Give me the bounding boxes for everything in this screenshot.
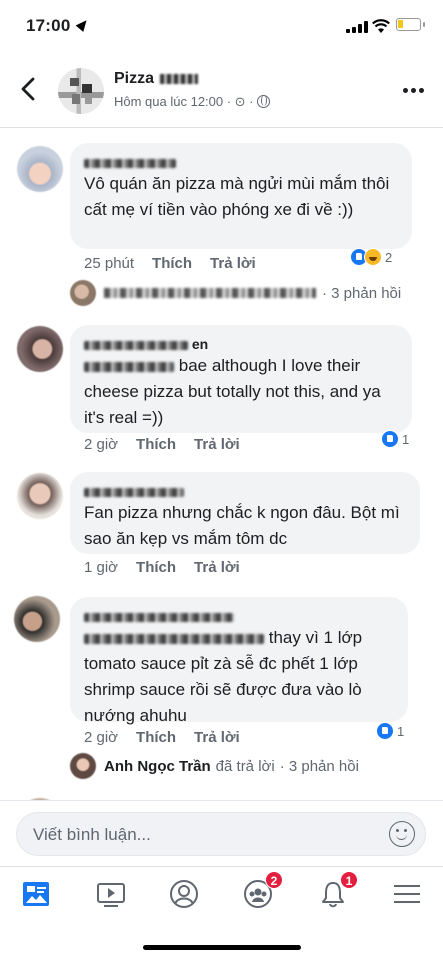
like-button[interactable]: Thích: [136, 729, 176, 746]
comment-actions: 25 phút Thích Trả lời: [84, 255, 274, 272]
commenter-avatar[interactable]: [14, 596, 60, 642]
comment-actions: 2 giờ Thích Trả lời: [84, 436, 258, 453]
commenter-avatar[interactable]: [17, 146, 63, 192]
more-options-icon[interactable]: [403, 88, 425, 94]
post-header: Pizza Hôm qua lúc 12:00 · ⊙ ·: [0, 52, 443, 128]
view-replies-link[interactable]: Anh Ngọc Trần đã trả lời · 3 phản hồi: [70, 753, 359, 779]
comment-composer-bar: Viết bình luận...: [0, 800, 443, 866]
reply-author: Anh Ngọc Trần: [104, 757, 211, 775]
comment-bubble: en bae although I love their cheese pizza…: [70, 325, 412, 433]
commenter-name[interactable]: [84, 607, 394, 625]
page-title[interactable]: Pizza: [114, 70, 199, 88]
globe-icon: [256, 95, 270, 108]
back-arrow-icon[interactable]: [18, 76, 40, 102]
menu-icon[interactable]: [392, 879, 422, 909]
comment-actions: 1 giờ Thích Trả lời: [84, 559, 258, 576]
status-bar: 17:00: [0, 0, 443, 52]
reaction-count: 1: [397, 723, 405, 739]
like-button[interactable]: Thích: [152, 255, 192, 272]
reply-button[interactable]: Trả lời: [194, 559, 240, 576]
comment-time: 2 giờ: [84, 729, 119, 746]
comment-text: Vô quán ăn pizza mà ngửi mùi mắm thôi cấ…: [84, 174, 390, 219]
commenter-name[interactable]: en: [84, 335, 398, 353]
commenter-name[interactable]: [84, 153, 398, 171]
groups-tab[interactable]: 2: [243, 871, 283, 909]
post-timestamp: Hôm qua lúc 12:00 · ⊙ ·: [114, 94, 270, 110]
reaction-summary[interactable]: 1: [381, 428, 409, 450]
reaction-summary[interactable]: 1: [376, 720, 404, 742]
status-time: 17:00: [26, 16, 71, 35]
haha-reaction-icon: [364, 248, 382, 266]
reaction-count: 1: [402, 431, 410, 447]
reply-avatar: [70, 280, 96, 306]
notifications-tab[interactable]: 1: [318, 871, 358, 909]
like-reaction-icon: [376, 722, 394, 740]
view-replies-link[interactable]: · 3 phản hồi: [70, 280, 401, 306]
comment-bubble: thay vì 1 lớp tomato sauce pỉt zà sễ đc p…: [70, 597, 408, 725]
watch-video-icon[interactable]: [96, 879, 126, 909]
reaction-summary[interactable]: 2: [350, 246, 392, 268]
bottom-tab-bar: 2 1: [0, 866, 443, 960]
comment-text: bae although I love their cheese pizza bu…: [84, 356, 381, 427]
news-feed-icon[interactable]: [21, 879, 51, 909]
comment-text: thay vì 1 lớp tomato sauce pỉt zà sễ đc p…: [84, 628, 363, 725]
comment-time: 2 giờ: [84, 436, 119, 453]
commenter-avatar[interactable]: [17, 326, 63, 372]
notifications-badge: 1: [340, 871, 358, 889]
reply-avatar: [70, 753, 96, 779]
reply-button[interactable]: Trả lời: [194, 436, 240, 453]
cellular-signal-icon: [346, 21, 368, 33]
comment-time: 25 phút: [84, 255, 135, 272]
like-button[interactable]: Thích: [136, 559, 176, 576]
comment-bubble: Vô quán ăn pizza mà ngửi mùi mắm thôi cấ…: [70, 143, 412, 249]
wifi-icon: [372, 19, 390, 33]
comment-input-placeholder: Viết bình luận...: [33, 825, 151, 844]
reply-button[interactable]: Trả lời: [210, 255, 256, 272]
comment-text: Fan pizza nhưng chắc k ngon đâu. Bột mì …: [84, 503, 400, 548]
commenter-avatar[interactable]: [17, 473, 63, 519]
groups-badge: 2: [265, 871, 283, 889]
like-button[interactable]: Thích: [136, 436, 176, 453]
comment-actions: 2 giờ Thích Trả lời: [84, 729, 258, 746]
emoji-icon[interactable]: [389, 821, 415, 847]
reaction-count: 2: [385, 249, 393, 265]
home-indicator[interactable]: [143, 945, 301, 950]
comment-time: 1 giờ: [84, 559, 119, 576]
like-reaction-icon: [381, 430, 399, 448]
comment-input[interactable]: Viết bình luận...: [16, 812, 426, 856]
reply-button[interactable]: Trả lời: [194, 729, 240, 746]
location-arrow-icon: [75, 17, 91, 32]
battery-icon: [396, 18, 425, 31]
page-avatar[interactable]: [58, 68, 104, 114]
reply-preview-blurred: [104, 288, 316, 298]
profile-icon[interactable]: [169, 879, 199, 909]
commenter-name[interactable]: [84, 482, 406, 500]
comment-bubble: Fan pizza nhưng chắc k ngon đâu. Bột mì …: [70, 472, 420, 554]
